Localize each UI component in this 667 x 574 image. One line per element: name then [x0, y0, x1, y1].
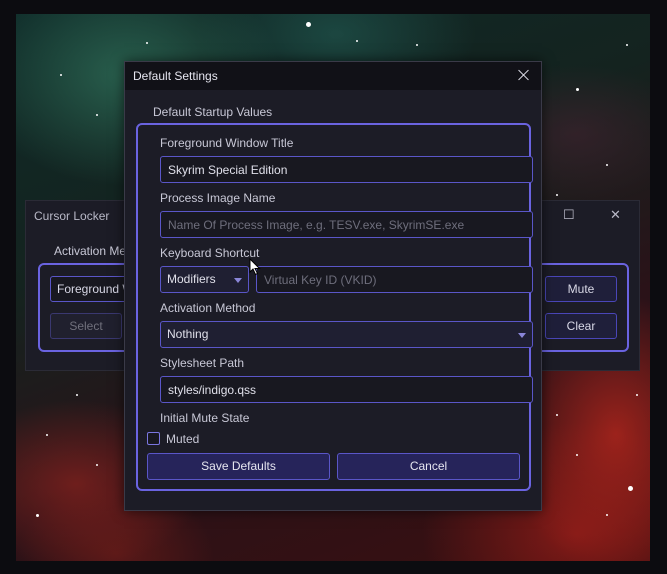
foreground-window-title-input[interactable] [160, 156, 533, 183]
keyboard-shortcut-label: Keyboard Shortcut [160, 246, 260, 260]
cursor-locker-title: Cursor Locker [34, 209, 110, 223]
activation-method-dropdown[interactable]: Nothing [160, 321, 533, 348]
dialog-titlebar: Default Settings [125, 62, 541, 90]
close-icon[interactable]: ✕ [610, 207, 621, 223]
process-image-name-label: Process Image Name [160, 191, 276, 205]
modifiers-dropdown[interactable]: Modifiers [160, 266, 249, 293]
clear-button[interactable]: Clear [545, 313, 617, 339]
process-image-name-input[interactable] [160, 211, 533, 238]
vkid-input[interactable] [256, 266, 533, 293]
cancel-button[interactable]: Cancel [337, 453, 520, 480]
modifiers-dropdown-label: Modifiers [167, 272, 216, 286]
mouse-pointer-icon [249, 258, 261, 276]
chevron-down-icon [518, 333, 526, 338]
mute-button[interactable]: Mute [545, 276, 617, 302]
activation-method-selected: Nothing [167, 327, 209, 341]
initial-mute-state-label: Initial Mute State [160, 411, 250, 425]
foreground-window-title-label: Foreground Window Title [160, 136, 294, 150]
groupbox-title: Default Startup Values [153, 105, 273, 119]
close-icon[interactable] [515, 66, 533, 84]
default-settings-dialog: Default Settings Default Startup Values … [124, 61, 542, 511]
stylesheet-path-label: Stylesheet Path [160, 356, 245, 370]
muted-checkbox-label[interactable]: Muted [166, 432, 199, 446]
activation-method-label: Activation Me [54, 244, 127, 258]
save-defaults-button[interactable]: Save Defaults [147, 453, 330, 480]
chevron-down-icon [234, 278, 242, 283]
stylesheet-path-input[interactable] [160, 376, 533, 403]
foreground-window-field[interactable]: Foreground W [50, 276, 130, 302]
muted-checkbox[interactable] [147, 432, 160, 445]
select-button[interactable]: Select [50, 313, 122, 339]
dialog-title: Default Settings [133, 69, 218, 83]
activation-method-label: Activation Method [160, 301, 256, 315]
maximize-icon[interactable]: ☐ [563, 207, 575, 223]
